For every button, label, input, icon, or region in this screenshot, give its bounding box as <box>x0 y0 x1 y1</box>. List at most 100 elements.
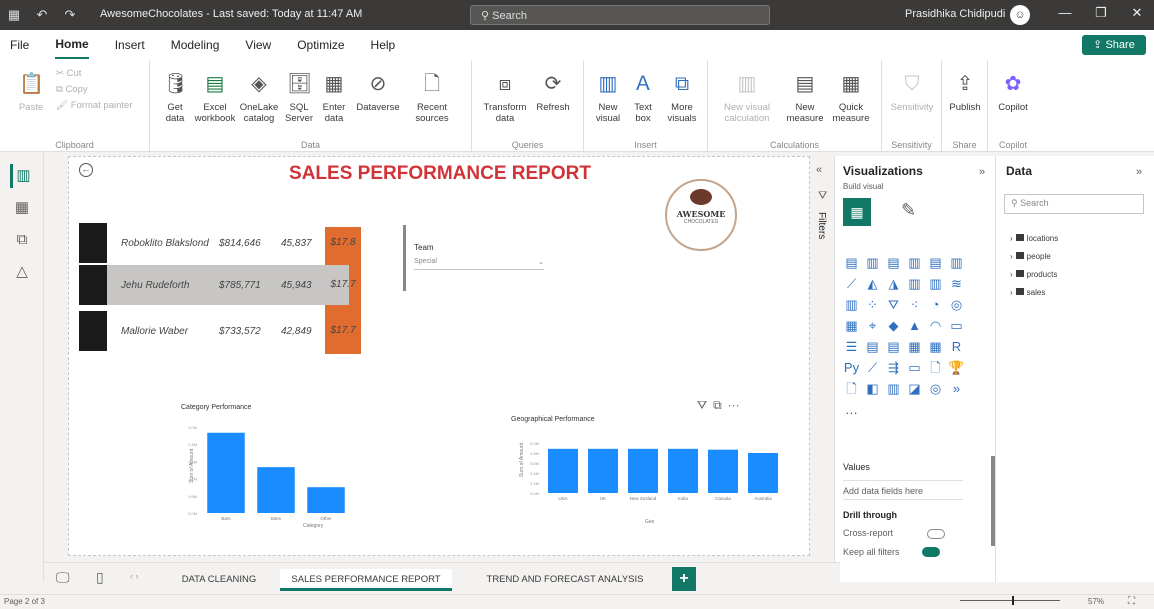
fit-to-page-icon[interactable]: ⛶ <box>1128 596 1135 607</box>
multi-row-card-icon[interactable]: ☰ <box>842 337 861 356</box>
scatter-chart-icon[interactable]: ⁖ <box>905 295 924 314</box>
table-visual-icon[interactable]: ▦ <box>905 337 924 356</box>
dax-query-view-icon[interactable]: △ <box>10 260 34 284</box>
team-slicer[interactable]: Team Special ⌄ <box>414 243 544 273</box>
more-visuals-button[interactable]: ⧉ More visuals <box>662 70 702 124</box>
custom-visual-icon[interactable]: ◎ <box>926 379 945 398</box>
collapse-icon[interactable]: « <box>816 164 822 176</box>
power-automate-icon[interactable]: ▥ <box>884 379 903 398</box>
bar[interactable] <box>628 448 658 493</box>
minimize-icon[interactable]: — <box>1050 5 1080 25</box>
new-visual-button[interactable]: ▥ New visual <box>590 70 626 124</box>
donut-chart-icon[interactable]: ◎ <box>947 295 966 314</box>
more-visuals-chevron-icon[interactable]: » <box>947 379 966 398</box>
bar[interactable] <box>668 448 698 493</box>
waterfall-icon[interactable]: ▥ <box>842 295 861 314</box>
zoom-slider[interactable] <box>960 600 1060 601</box>
person-row[interactable]: Jehu Rudeforth $785,771 45,943 <box>79 265 349 305</box>
mobile-view-icon[interactable]: ▯ <box>96 569 104 586</box>
refresh-button[interactable]: ⟳ Refresh <box>532 70 574 113</box>
document-title[interactable]: AwesomeChocolates - Last saved: Today at… <box>100 8 362 20</box>
report-canvas[interactable]: ← SALES PERFORMANCE REPORT AWESOME CHOCO… <box>68 156 810 556</box>
bar-100-icon[interactable]: ▤ <box>926 253 945 272</box>
line-column-icon[interactable]: ▥ <box>905 274 924 293</box>
onelake-button[interactable]: ◈ OneLake catalog <box>238 70 280 124</box>
more-options-icon[interactable]: … <box>842 400 861 419</box>
ribbon-chart-icon[interactable]: ≋ <box>947 274 966 293</box>
bar[interactable] <box>207 432 245 513</box>
clustered-bar-icon[interactable]: ▤ <box>884 253 903 272</box>
sql-button[interactable]: 🗄 SQL Server <box>282 70 316 124</box>
stacked-bar-icon[interactable]: ▤ <box>842 253 861 272</box>
menu-file[interactable]: File <box>10 32 29 58</box>
slicer-dropdown[interactable]: Special ⌄ <box>414 258 544 270</box>
line-chart-icon[interactable]: ⟋ <box>842 274 861 293</box>
focus-mode-icon[interactable]: ⧉ <box>713 398 728 412</box>
card-icon[interactable]: ▭ <box>947 316 966 335</box>
bar[interactable] <box>748 453 778 493</box>
quick-measure-button[interactable]: ▦ Quick measure <box>828 70 874 124</box>
category-performance-chart[interactable]: Category Performance 0.0M 0.6M 1.2M 1.8M 2.4… <box>173 401 393 531</box>
geographical-performance-chart[interactable]: Geographical Performance 0.0M 1.2M 2.4M 3.6… <box>505 413 791 527</box>
menu-insert[interactable]: Insert <box>115 32 145 58</box>
bar[interactable] <box>307 487 345 513</box>
stacked-area-icon[interactable]: ◮ <box>884 274 903 293</box>
publish-button[interactable]: ⇪ Publish <box>946 70 984 113</box>
data-search-input[interactable]: ⚲ Search <box>1004 194 1144 214</box>
add-page-button[interactable]: + <box>672 567 696 591</box>
column-100-icon[interactable]: ▥ <box>947 253 966 272</box>
area-chart-icon[interactable]: ◭ <box>863 274 882 293</box>
menu-optimize[interactable]: Optimize <box>297 32 344 58</box>
narrative-icon[interactable]: 🗋 <box>926 358 945 377</box>
copilot-button[interactable]: ✿ Copilot <box>992 70 1034 113</box>
tab-data-cleaning[interactable]: DATA CLEANING <box>166 569 272 591</box>
sensitivity-button[interactable]: ⛉ Sensitivity <box>888 70 936 113</box>
redo-icon[interactable]: ↷ <box>56 0 84 30</box>
paste-button[interactable]: 📋 Paste <box>14 70 48 113</box>
tab-trend-forecast-analysis[interactable]: TREND AND FORECAST ANALYSIS <box>472 569 658 591</box>
table-view-icon[interactable]: ▦ <box>10 196 34 220</box>
pane-scrollbar[interactable] <box>991 456 995 546</box>
undo-icon[interactable]: ↶ <box>28 0 56 30</box>
search-box[interactable]: ⚲ Search <box>470 5 770 25</box>
recent-sources-button[interactable]: 🗋 Recent sources <box>406 70 458 124</box>
build-visual-tab[interactable]: ▦ <box>843 198 871 226</box>
user-name[interactable]: Prasidhika Chidipudi <box>905 8 1005 20</box>
table-products[interactable]: › products <box>1010 270 1057 279</box>
clustered-column-icon[interactable]: ▥ <box>905 253 924 272</box>
bar[interactable] <box>588 448 618 493</box>
qa-icon[interactable]: ▭ <box>905 358 924 377</box>
format-painter-button[interactable]: 🖌 Format painter <box>56 100 146 111</box>
model-view-icon[interactable]: ⧉ <box>10 228 34 252</box>
slicer-icon[interactable]: ▤ <box>884 337 903 356</box>
excel-button[interactable]: ▤ Excel workbook <box>194 70 236 124</box>
map-icon[interactable]: ⌖ <box>863 316 882 335</box>
person-row[interactable]: Mallorie Waber $733,572 42,849 <box>79 311 349 351</box>
tab-sales-performance-report[interactable]: SALES PERFORMANCE REPORT <box>280 569 452 591</box>
cross-report-toggle[interactable] <box>927 528 946 539</box>
copy-button[interactable]: ⧉ Copy <box>56 84 136 95</box>
tab-scroll-icon[interactable]: ‹ › <box>130 571 139 581</box>
line-stacked-column-icon[interactable]: ▥ <box>926 274 945 293</box>
bar[interactable] <box>708 449 738 493</box>
filters-pane[interactable]: « ⛛ Filters <box>812 156 832 576</box>
scatter-icon[interactable]: ⁘ <box>863 295 882 314</box>
expand-icon[interactable]: » <box>1136 166 1142 178</box>
paginated-report-icon[interactable]: 🗋 <box>842 379 861 398</box>
bar[interactable] <box>548 448 578 493</box>
menu-help[interactable]: Help <box>371 32 396 58</box>
table-scrollbar[interactable] <box>403 225 406 291</box>
table-locations[interactable]: › locations <box>1010 234 1058 243</box>
arcgis-icon[interactable]: ◪ <box>905 379 924 398</box>
cut-button[interactable]: ✂ Cut <box>56 68 136 79</box>
expand-icon[interactable]: » <box>979 166 985 178</box>
key-influencers-icon[interactable]: ⟋ <box>863 358 882 377</box>
format-visual-tab[interactable]: ✎ <box>901 200 916 221</box>
filled-map-icon[interactable]: ◆ <box>884 316 903 335</box>
restore-icon[interactable]: ❐ <box>1086 5 1116 25</box>
keep-all-filters-toggle[interactable] <box>921 547 940 558</box>
stacked-column-icon[interactable]: ▥ <box>863 253 882 272</box>
filter-icon[interactable]: ⛛ <box>697 398 713 412</box>
power-apps-icon[interactable]: ◧ <box>863 379 882 398</box>
decomposition-tree-icon[interactable]: ⇶ <box>884 358 903 377</box>
